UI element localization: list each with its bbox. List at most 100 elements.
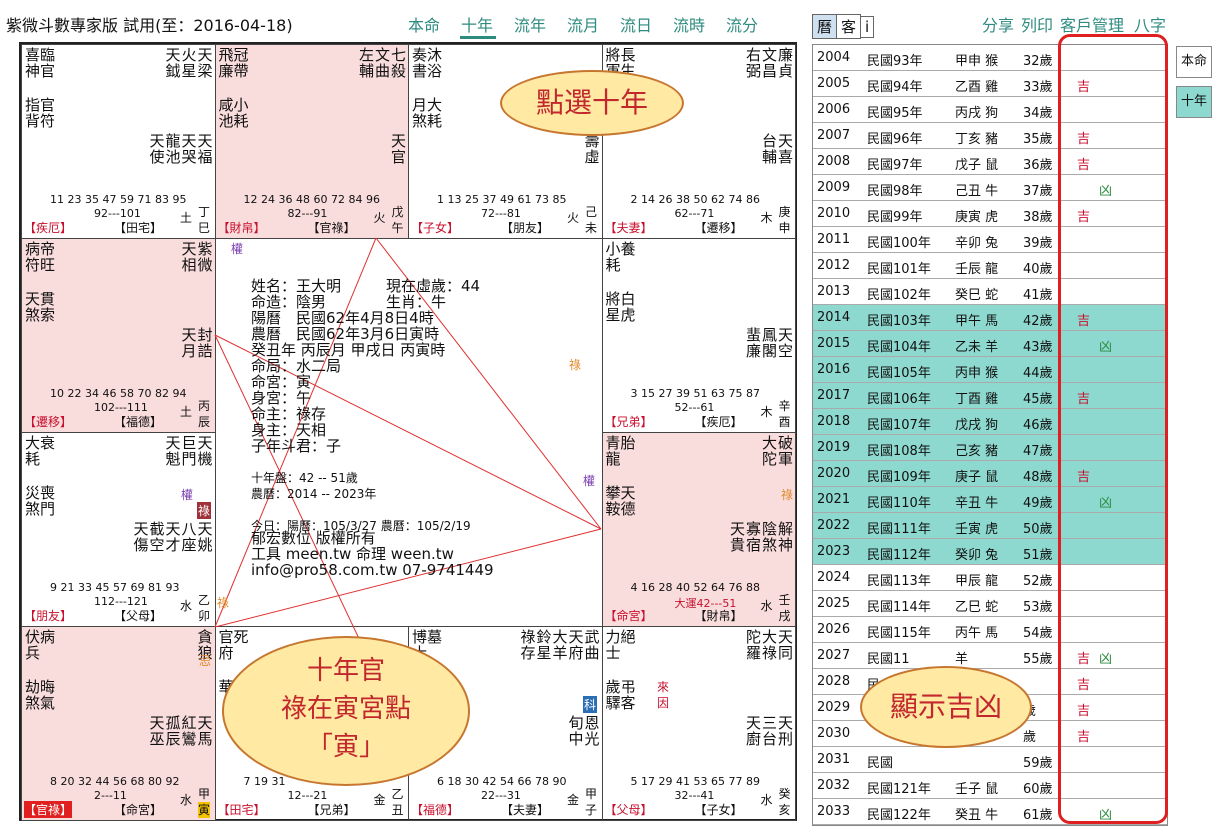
side-natal-button[interactable]: 本命 [1176,46,1212,78]
tab-info[interactable]: i [860,16,875,38]
year-cell-gz: 丙申 猴 [955,366,999,381]
center-info-line: 癸丑年 丙辰月 甲戌日 丙寅時 [251,341,446,359]
year-cell-y: 2031 [817,752,851,767]
year-cell-mg: 民國113年 [867,574,931,589]
year-cell-y: 2005 [817,76,851,91]
year-cell-age: 35歲 [1023,132,1053,147]
year-cell-gz: 丙戌 狗 [955,106,999,121]
year-cell-age: 49歲 [1023,496,1053,511]
year-cell-gz: 己亥 豬 [955,444,999,459]
year-cell-age: 59歲 [1023,756,1053,771]
quan-mark: 權 [583,474,596,488]
center-info-line: 命宮：寅 [251,373,312,391]
year-cell-y: 2026 [817,622,851,637]
center-info-line: 農曆 民國62年3月6日寅時 [251,325,440,343]
year-cell-gz: 壬子 鼠 [955,782,999,797]
year-cell-gz: 癸巳 蛇 [955,288,999,303]
center-small-line [251,502,471,518]
nav-hour[interactable]: 流時 [673,12,705,36]
fortune-column-highlight [1058,34,1168,824]
year-cell-y: 2015 [817,336,851,351]
callout-show-fortune: 顯示吉凶 [860,666,1032,748]
center-info-line: 身宮：午 [251,389,312,407]
lu-mark: 祿 [781,488,794,502]
bazi-link[interactable]: 八字 [1134,12,1166,36]
year-cell-y: 2016 [817,362,851,377]
callout-line: 祿在寅宮點 [280,694,411,724]
right-tabs: 曆客i [812,14,875,39]
year-cell-gz: 甲午 馬 [955,314,999,329]
year-cell-mg: 民國97年 [867,158,923,173]
year-cell-age: 46歲 [1023,418,1053,433]
year-cell-y: 2004 [817,50,851,65]
year-cell-mg: 民國114年 [867,600,931,615]
year-cell-mg: 民國100年 [867,236,931,251]
client-manage-link[interactable]: 客戶管理 [1060,12,1124,36]
year-cell-mg: 民國105年 [867,366,931,381]
ke-mark: 科 [583,696,598,713]
year-cell-age: 50歲 [1023,522,1053,537]
year-cell-y: 2008 [817,154,851,169]
year-cell-age: 61歲 [1023,808,1053,823]
center-decade-info: 十年盤：42 -- 51歲 農曆：2014 -- 2023年 今日：陽曆：105/3… [251,470,471,534]
year-cell-mg: 民國11 [867,652,910,667]
nav-minute[interactable]: 流分 [726,12,758,36]
year-cell-mg: 民國96年 [867,132,923,147]
app-root: 紫微斗數專家版 試用(至：2016-04-18) 本命 十年 流年 流月 流日 … [0,0,1225,832]
year-cell-age: 47歲 [1023,444,1053,459]
year-cell-gz: 甲辰 龍 [955,574,999,589]
year-cell-age: 54歲 [1023,626,1053,641]
year-cell-mg: 民國104年 [867,340,931,355]
year-cell-y: 2021 [817,492,851,507]
year-cell-mg: 民國99年 [867,210,923,225]
side-decade-button[interactable]: 十年 [1176,86,1212,118]
tab-client[interactable]: 客 [836,14,862,39]
year-cell-gz: 壬辰 龍 [955,262,999,277]
center-info-line: 命主：祿存 [251,405,327,423]
year-cell-age: 38歲 [1023,210,1053,225]
lu-mark: 祿 [197,502,212,519]
nav-month[interactable]: 流月 [567,12,599,36]
year-cell-mg: 民國112年 [867,548,931,563]
year-cell-gz: 己丑 牛 [955,184,999,199]
year-cell-age: 43歲 [1023,340,1053,355]
year-cell-mg: 民國115年 [867,626,931,641]
center-footer-line: 郁宏數位 版權所有 [251,529,376,547]
year-cell-y: 2024 [817,570,851,585]
print-link[interactable]: 列印 [1021,12,1053,36]
year-cell-mg: 民國101年 [867,262,931,277]
share-link[interactable]: 分享 [982,12,1014,36]
lai-mark: 來 [657,680,670,694]
year-cell-age: 48歲 [1023,470,1053,485]
callout-click-decade: 點選十年 [500,70,684,136]
year-cell-age: 45歲 [1023,392,1053,407]
year-cell-gz: 癸丑 牛 [955,808,999,823]
yin-mark: 因 [657,696,670,710]
nav-active-underline [460,36,496,39]
tab-calendar[interactable]: 曆 [812,14,838,39]
year-cell-y: 2030 [817,726,851,741]
year-cell-mg: 民國121年 [867,782,931,797]
year-cell-gz: 羊 [955,652,969,667]
lu-mark: 祿 [217,596,230,610]
year-cell-mg: 民國106年 [867,392,931,407]
year-cell-mg: 民國95年 [867,106,923,121]
year-cell-y: 2032 [817,778,851,793]
center-footer-line: info@pro58.com.tw 07-9741449 [251,561,494,579]
year-cell-gz: 乙巳 蛇 [955,600,999,615]
center-info-line: 命造：陰男 生肖：牛 [251,293,447,311]
year-cell-mg: 民國102年 [867,288,931,303]
year-cell-mg: 民國93年 [867,54,923,69]
year-cell-y: 2013 [817,284,851,299]
nav-year[interactable]: 流年 [514,12,546,36]
center-small-line: 農曆：2014 -- 2023年 [251,487,377,501]
nav-day[interactable]: 流日 [620,12,652,36]
nav-decade[interactable]: 十年 [461,12,493,36]
year-cell-age: 42歲 [1023,314,1053,329]
nav-natal[interactable]: 本命 [408,12,440,36]
year-cell-gz: 辛卯 兔 [955,236,999,251]
year-cell-mg: 民國111年 [867,522,931,537]
quan-mark: 權 [231,242,244,256]
year-cell-gz: 癸卯 兔 [955,548,999,563]
year-cell-gz: 甲申 猴 [955,54,999,69]
